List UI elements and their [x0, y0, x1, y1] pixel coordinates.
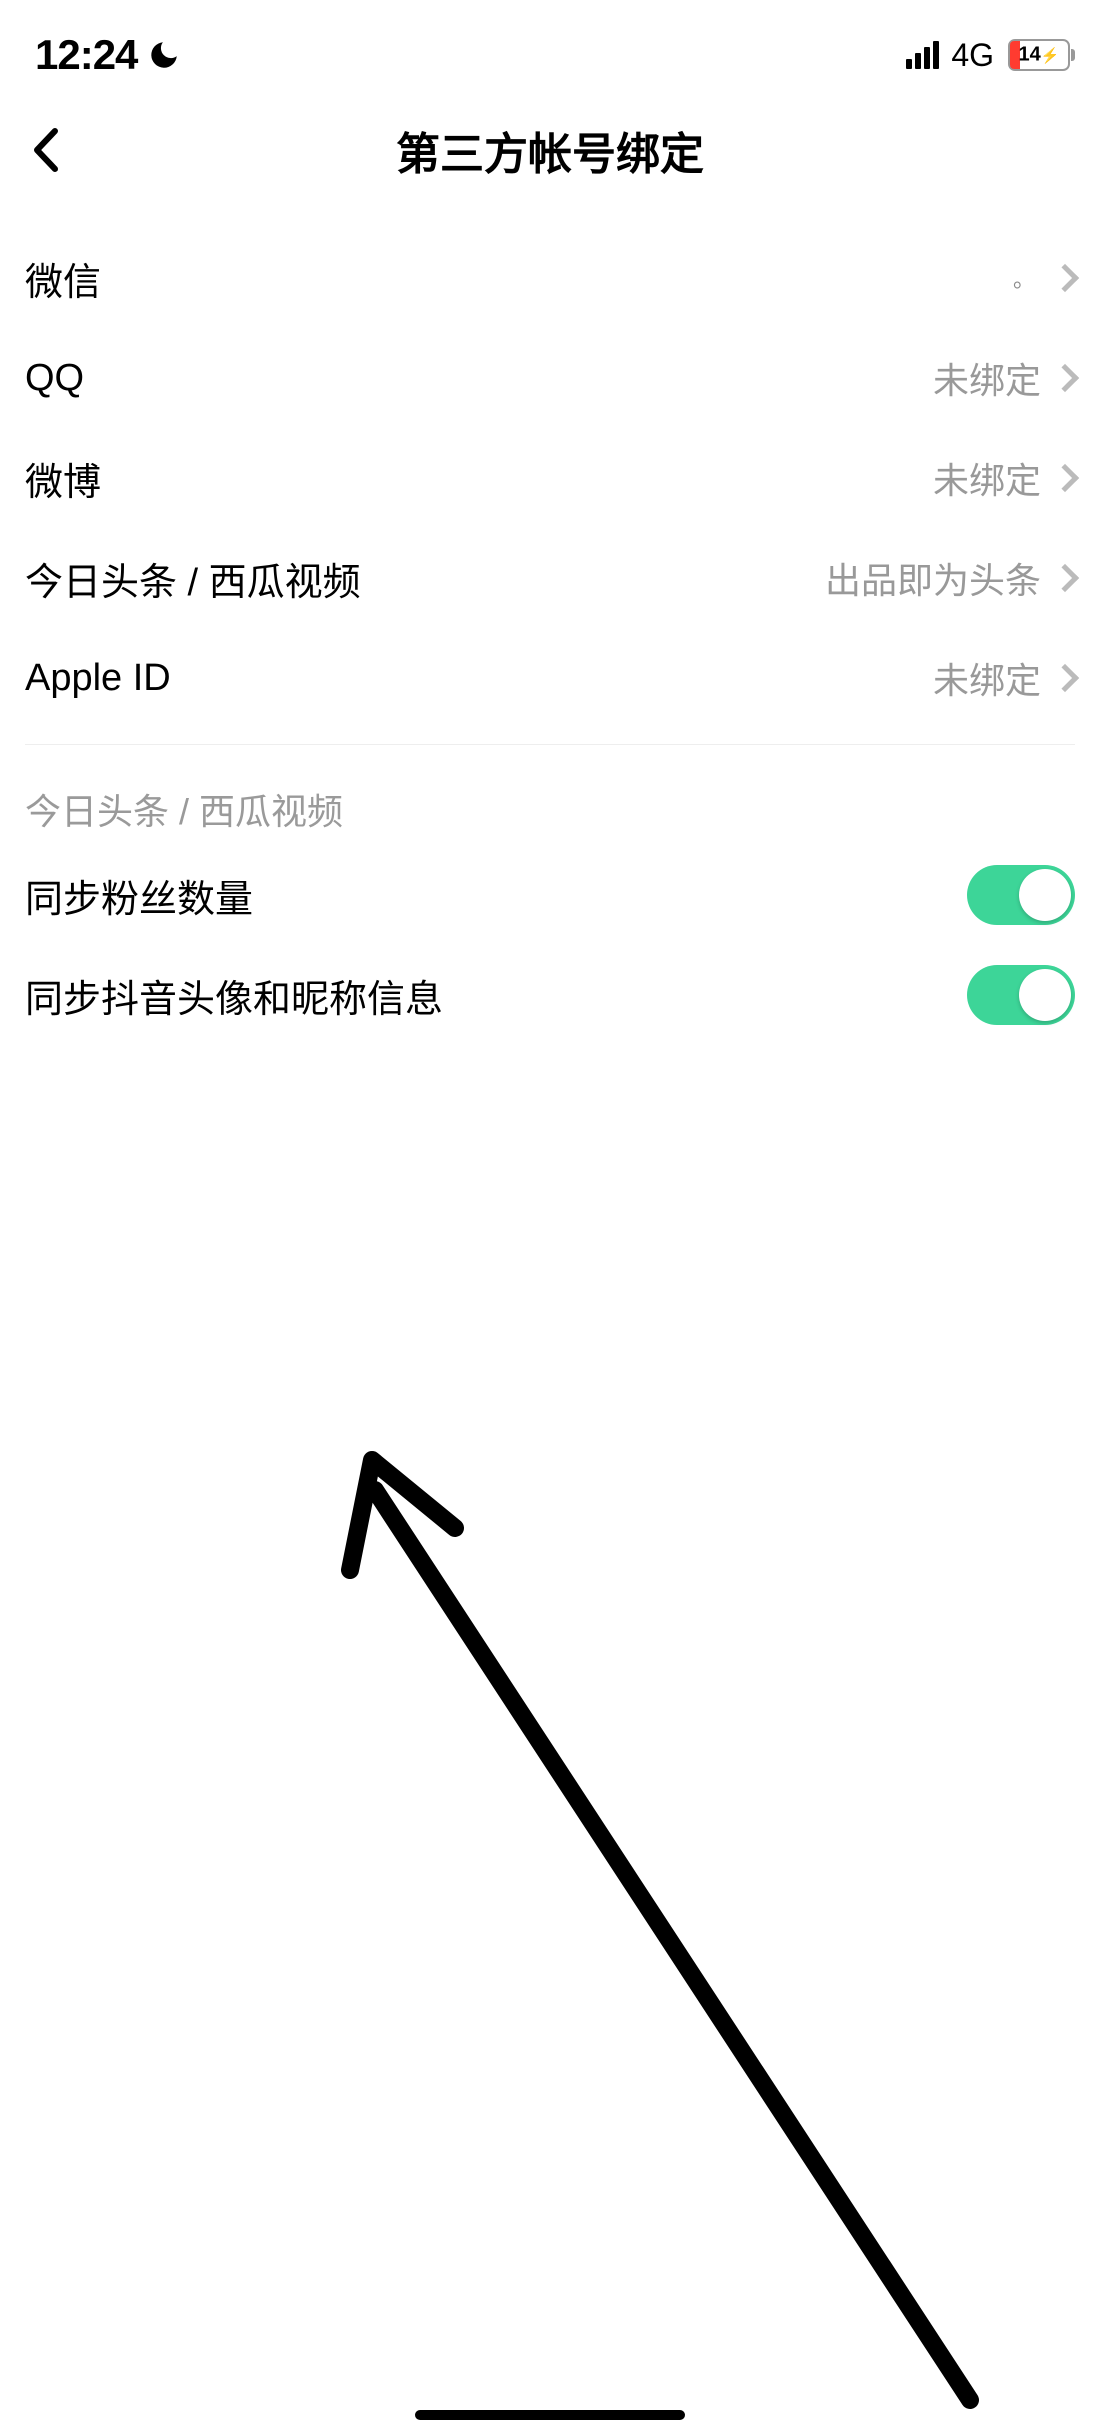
- toggle-sync-profile[interactable]: [967, 965, 1075, 1025]
- row-label: 今日头条 / 西瓜视频: [25, 551, 361, 606]
- row-label: 同步抖音头像和昵称信息: [25, 968, 443, 1023]
- status-left: 12:24: [35, 31, 181, 79]
- row-value: 。: [1013, 262, 1035, 294]
- battery-icon: 14⚡: [1008, 39, 1070, 71]
- page-title: 第三方帐号绑定: [396, 118, 704, 182]
- status-bar: 12:24 4G 14⚡: [0, 0, 1100, 90]
- row-label: Apple ID: [25, 657, 171, 700]
- row-sync-profile: 同步抖音头像和昵称信息: [0, 945, 1100, 1045]
- row-qq[interactable]: QQ 未绑定: [0, 328, 1100, 428]
- row-weibo[interactable]: 微博 未绑定: [0, 428, 1100, 528]
- signal-icon: [906, 41, 939, 69]
- row-value: 未绑定: [933, 452, 1041, 504]
- back-button[interactable]: [20, 125, 70, 175]
- battery-text: 14⚡: [1019, 44, 1060, 67]
- row-toutiao[interactable]: 今日头条 / 西瓜视频 出品即为头条: [0, 528, 1100, 628]
- chevron-right-icon: [1051, 664, 1079, 692]
- row-wechat[interactable]: 微信 。: [0, 228, 1100, 328]
- row-apple-id[interactable]: Apple ID 未绑定: [0, 628, 1100, 728]
- row-label: QQ: [25, 357, 84, 400]
- status-right: 4G 14⚡: [906, 37, 1070, 74]
- row-value: 未绑定: [933, 352, 1041, 404]
- status-time: 12:24: [35, 31, 137, 79]
- chevron-right-icon: [1051, 564, 1079, 592]
- row-label: 微信: [25, 251, 101, 306]
- row-label: 同步粉丝数量: [25, 868, 253, 923]
- row-value: 未绑定: [933, 652, 1041, 704]
- network-type: 4G: [951, 37, 994, 74]
- chevron-left-icon: [31, 127, 59, 173]
- row-label: 微博: [25, 451, 101, 506]
- chevron-right-icon: [1051, 264, 1079, 292]
- chevron-right-icon: [1051, 364, 1079, 392]
- row-value: 出品即为头条: [825, 552, 1041, 604]
- home-indicator[interactable]: [415, 2410, 685, 2420]
- chevron-right-icon: [1051, 464, 1079, 492]
- toggle-sync-fans[interactable]: [967, 865, 1075, 925]
- row-sync-fans: 同步粉丝数量: [0, 845, 1100, 945]
- moon-icon: [147, 38, 181, 72]
- nav-header: 第三方帐号绑定: [0, 90, 1100, 210]
- section-title: 今日头条 / 西瓜视频: [0, 745, 1100, 845]
